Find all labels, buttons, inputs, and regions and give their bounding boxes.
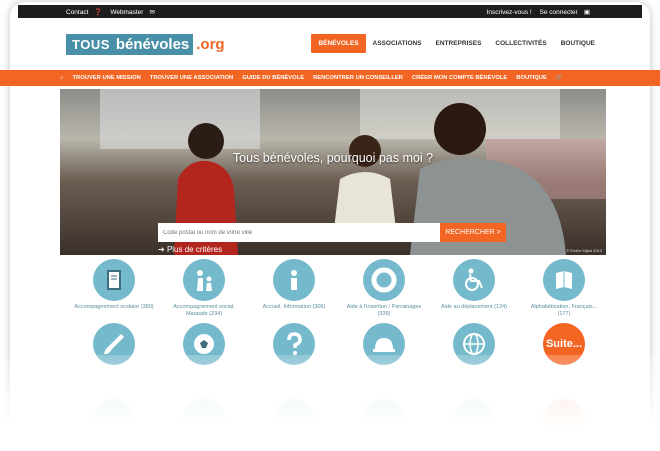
photo-credit: © Emilie Mijad 2013 bbox=[566, 248, 602, 253]
category-alphabetisation[interactable]: Alphabétisation, Français... (177) bbox=[524, 259, 604, 318]
webmaster-link[interactable]: Webmaster bbox=[110, 9, 143, 16]
login-link[interactable]: Se connecter bbox=[540, 9, 578, 16]
more-criteria-link[interactable]: ➜ Plus de critères bbox=[158, 245, 222, 254]
register-link[interactable]: Inscrivez-vous ! bbox=[487, 9, 532, 16]
subnav-trouver-mission[interactable]: TROUVER UNE MISSION bbox=[73, 75, 141, 81]
wheelchair-icon bbox=[453, 259, 495, 301]
category-accompagnement-social[interactable]: Accompagnement social, Maraude (234) bbox=[164, 259, 244, 318]
secondary-nav-bar: ⌂ TROUVER UNE MISSION TROUVER UNE ASSOCI… bbox=[0, 70, 660, 86]
question-icon: ❓ bbox=[94, 9, 103, 16]
login-icon: ▣ bbox=[583, 9, 590, 16]
location-search-input[interactable] bbox=[158, 223, 440, 242]
subnav-rencontrer-conseiller[interactable]: RENCONTRER UN CONSEILLER bbox=[313, 75, 403, 81]
search-button[interactable]: RECHERCHER > bbox=[440, 223, 506, 242]
page-frame: Contact ❓ Webmaster ✉ Inscrivez-vous ! Se … bbox=[0, 0, 660, 451]
subnav-boutique[interactable]: BOUTIQUE bbox=[516, 75, 547, 81]
subnav-guide-benevole[interactable]: GUIDE DU BÉNÉVOLE bbox=[242, 75, 304, 81]
nav-benevoles[interactable]: BÉNÉVOLES bbox=[311, 34, 366, 53]
home-icon[interactable]: ⌂ bbox=[60, 75, 64, 81]
category-label: Accompagnement social, Maraude (234) bbox=[173, 304, 235, 317]
people-icon bbox=[183, 259, 225, 301]
nav-associations[interactable]: ASSOCIATIONS bbox=[366, 34, 429, 53]
category-accompagnement-scolaire[interactable]: Accompagnement scolaire (380) bbox=[74, 259, 154, 311]
category-accueil-information[interactable]: Accueil, Information (306) bbox=[254, 259, 334, 311]
category-label: Alphabétisation, Français... (177) bbox=[530, 304, 598, 317]
book-icon bbox=[543, 259, 585, 301]
category-label: Accueil, Information (306) bbox=[262, 304, 326, 310]
subnav-trouver-association[interactable]: TROUVER UNE ASSOCIATION bbox=[150, 75, 233, 81]
notebook-icon bbox=[93, 259, 135, 301]
nav-boutique[interactable]: BOUTIQUE bbox=[554, 34, 602, 53]
reflection-fade bbox=[0, 355, 660, 451]
website-screenshot: Contact ❓ Webmaster ✉ Inscrivez-vous ! Se … bbox=[18, 5, 642, 365]
nav-entreprises[interactable]: ENTREPRISES bbox=[429, 34, 489, 53]
nav-collectivites[interactable]: COLLECTIVITÉS bbox=[488, 34, 553, 53]
hero-title: Tous bénévoles, pourquoi pas moi ? bbox=[232, 151, 434, 165]
category-aide-deplacement[interactable]: Aide au déplacement (124) bbox=[434, 259, 514, 311]
logo-benevoles: bénévoles bbox=[115, 33, 194, 55]
more-criteria-label: Plus de critères bbox=[166, 245, 223, 254]
subnav-creer-compte[interactable]: CRÉER MON COMPTE BÉNÉVOLE bbox=[412, 75, 507, 81]
category-aide-insertion[interactable]: Aide à l'insertion / Parrainages (339) bbox=[344, 259, 424, 318]
site-logo[interactable]: TOUS bénévoles .org bbox=[66, 32, 225, 56]
category-label: Accompagnement scolaire (380) bbox=[74, 304, 154, 310]
lifebuoy-icon bbox=[363, 259, 405, 301]
cart-icon[interactable]: 🛒 bbox=[556, 75, 563, 81]
logo-org: .org bbox=[196, 35, 225, 53]
logo-tous: TOUS bbox=[66, 33, 116, 55]
mail-icon: ✉ bbox=[149, 9, 155, 16]
contact-link[interactable]: Contact bbox=[66, 9, 88, 16]
search-bar: RECHERCHER > bbox=[158, 223, 506, 242]
category-label: Aide au déplacement (124) bbox=[440, 304, 508, 310]
top-utility-bar: Contact ❓ Webmaster ✉ Inscrivez-vous ! Se … bbox=[18, 5, 642, 18]
category-label: Aide à l'insertion / Parrainages (339) bbox=[346, 304, 422, 317]
arrow-right-icon: ➜ bbox=[158, 245, 167, 254]
info-icon bbox=[273, 259, 315, 301]
hero-banner: Tous bénévoles, pourquoi pas moi ? RECHE… bbox=[60, 89, 606, 255]
main-navigation: BÉNÉVOLES ASSOCIATIONS ENTREPRISES COLLE… bbox=[311, 34, 602, 53]
site-header: TOUS bénévoles .org BÉNÉVOLES ASSOCIATIO… bbox=[18, 18, 642, 70]
